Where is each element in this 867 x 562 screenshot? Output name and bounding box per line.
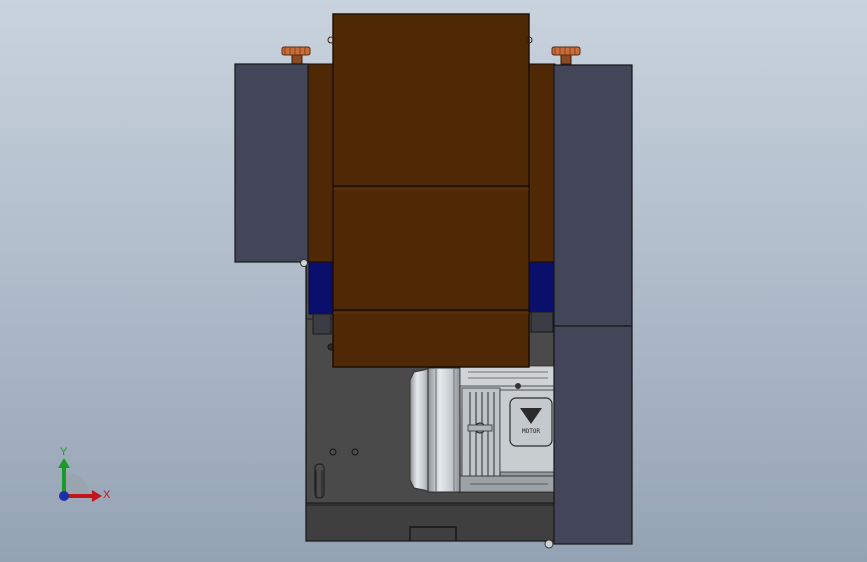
motor-pulley xyxy=(409,367,431,493)
blue-band-left xyxy=(308,261,334,315)
side-panel-right-upper[interactable] xyxy=(553,64,633,327)
blue-band-right xyxy=(528,261,555,313)
x-axis-label: X xyxy=(103,489,111,501)
crusher-housing[interactable] xyxy=(327,13,533,368)
z-axis-dot xyxy=(59,491,69,501)
y-axis-label: Y xyxy=(60,446,68,458)
bolt-hole xyxy=(544,539,554,549)
motor-nameplate: MOTOR xyxy=(522,428,540,435)
drive-motor[interactable]: MOTOR xyxy=(409,365,555,493)
side-panel-right-lower[interactable] xyxy=(553,325,633,545)
housing-flank-right xyxy=(527,63,556,263)
cad-viewport[interactable]: MOTOR Y X xyxy=(0,0,867,562)
side-panel-left[interactable] xyxy=(234,63,309,263)
housing-flank-left xyxy=(306,63,335,263)
